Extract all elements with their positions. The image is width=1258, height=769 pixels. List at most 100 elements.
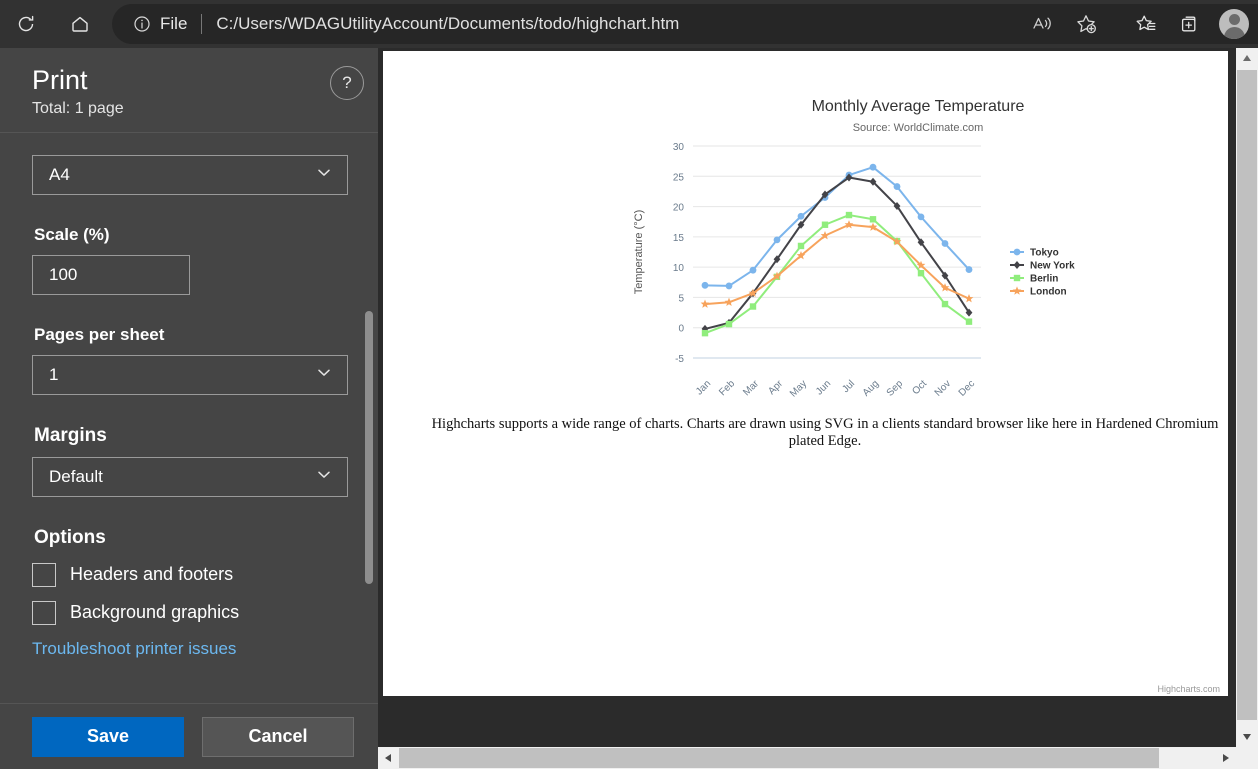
pages-per-sheet-value: 1 (49, 364, 59, 384)
data-point-marker (965, 266, 973, 273)
y-axis-tick-label: 20 (673, 203, 685, 214)
x-axis-tick-label: Aug (861, 378, 881, 398)
margins-label: Margins (34, 424, 107, 446)
refresh-icon[interactable] (6, 4, 46, 44)
x-axis-tick-label: Jun (814, 378, 833, 397)
highcharts-chart: Monthly Average Temperature Source: World… (618, 86, 1218, 461)
data-point-marker (1013, 274, 1021, 282)
print-preview-area: Monthly Average Temperature Source: World… (378, 48, 1258, 769)
data-point-marker (724, 297, 734, 306)
preview-vertical-scroll-thumb[interactable] (1237, 70, 1257, 720)
preview-vertical-scrollbar[interactable] (1236, 48, 1258, 747)
data-point-marker (700, 299, 710, 308)
y-axis-title: Temperature (°C) (633, 210, 645, 294)
scroll-up-arrow-icon[interactable] (1236, 48, 1258, 68)
preview-page: Monthly Average Temperature Source: World… (383, 51, 1228, 696)
paper-size-value: A4 (49, 164, 70, 184)
save-button[interactable]: Save (32, 716, 184, 757)
print-header: Print Total: 1 page ? (0, 48, 378, 133)
preview-horizontal-scrollbar[interactable] (378, 747, 1258, 769)
chevron-down-icon (315, 163, 333, 186)
series-line-new-york (704, 176, 970, 330)
chart-title: Monthly Average Temperature (812, 98, 1025, 115)
favorites-icon[interactable] (1126, 4, 1166, 44)
pages-per-sheet-label: Pages per sheet (34, 324, 165, 344)
data-point-marker (917, 270, 925, 277)
y-axis-tick-label: 30 (673, 142, 685, 153)
background-graphics-row[interactable]: Background graphics (32, 600, 346, 625)
data-point-marker (701, 329, 709, 337)
chart-credits[interactable]: Highcharts.com (1157, 684, 1220, 694)
scroll-down-arrow-icon[interactable] (1236, 727, 1258, 747)
info-icon[interactable] (128, 10, 156, 38)
read-aloud-icon[interactable] (1022, 4, 1062, 44)
headers-footers-label: Headers and footers (70, 564, 234, 585)
data-point-marker (773, 236, 781, 244)
scroll-left-arrow-icon[interactable] (378, 747, 398, 769)
background-graphics-checkbox[interactable] (32, 600, 56, 625)
print-options-body: A4 Scale (%) 100 Pages per sheet 1 Margi… (0, 133, 378, 703)
data-point-marker (941, 300, 949, 308)
background-graphics-label: Background graphics (70, 602, 240, 623)
pages-per-sheet-select[interactable]: 1 (32, 354, 348, 395)
y-axis-tick-label: 0 (678, 324, 684, 335)
toolbar-right-actions (1022, 4, 1254, 44)
print-panel-scrollbar[interactable] (365, 133, 373, 703)
margins-value: Default (49, 466, 103, 486)
headers-footers-checkbox[interactable] (32, 562, 56, 587)
data-point-marker (845, 211, 853, 219)
headers-footers-row[interactable]: Headers and footers (32, 562, 346, 587)
chevron-down-icon (315, 465, 333, 488)
x-axis-tick-label: Sep (885, 378, 906, 399)
x-axis-tick-label: Oct (910, 378, 929, 397)
scale-label: Scale (%) (34, 224, 110, 244)
y-axis-tick-label: 10 (673, 263, 685, 274)
x-axis-tick-label: Apr (766, 378, 785, 397)
print-footer: Save Cancel (0, 703, 378, 769)
legend-item-berlin[interactable]: Berlin (1030, 274, 1058, 285)
total-pages-label: Total: 1 page (32, 99, 124, 117)
data-point-marker (893, 183, 901, 190)
print-dialog: Print Total: 1 page ? A4 Scale (%) 100 P… (0, 48, 378, 769)
chart-caption: Highcharts supports a wide range of char… (431, 416, 1219, 449)
chart-svg: Monthly Average Temperature Source: World… (633, 98, 1075, 399)
scale-value: 100 (49, 264, 78, 284)
legend-item-new-york[interactable]: New York (1030, 261, 1075, 272)
profile-avatar-icon[interactable] (1214, 4, 1254, 44)
x-axis-tick-label: Nov (933, 378, 953, 398)
url-text[interactable]: C:/Users/WDAGUtilityAccount/Documents/to… (216, 14, 679, 34)
help-button[interactable]: ? (330, 66, 364, 100)
data-point-marker (725, 282, 733, 290)
collections-icon[interactable] (1170, 4, 1210, 44)
troubleshoot-printer-link[interactable]: Troubleshoot printer issues (32, 639, 346, 659)
data-point-marker (917, 213, 925, 221)
scroll-right-arrow-icon[interactable] (1216, 747, 1236, 769)
legend-item-london[interactable]: London (1030, 287, 1067, 298)
scale-input[interactable]: 100 (32, 254, 190, 295)
page-title: Print (32, 65, 88, 95)
x-axis-tick-label: Dec (957, 378, 977, 398)
data-point-marker (725, 320, 733, 328)
data-point-marker (1013, 261, 1021, 269)
data-point-marker (869, 216, 877, 223)
data-point-marker (965, 318, 973, 325)
paper-size-select[interactable]: A4 (32, 154, 348, 195)
y-axis-tick-label: -5 (675, 354, 684, 365)
x-axis-tick-label: Mar (741, 378, 761, 398)
add-favorite-icon[interactable] (1066, 4, 1106, 44)
browser-window: File C:/Users/WDAGUtilityAccount/Documen… (0, 0, 1258, 769)
data-point-marker (797, 212, 805, 220)
data-point-marker (749, 266, 757, 274)
address-separator (201, 14, 203, 34)
home-icon[interactable] (60, 4, 100, 44)
x-axis-tick-label: Jul (840, 378, 857, 395)
file-scheme-label: File (160, 14, 188, 33)
data-point-marker (1013, 248, 1021, 256)
margins-select[interactable]: Default (32, 456, 348, 497)
data-point-marker (869, 163, 877, 171)
preview-horizontal-scroll-thumb[interactable] (399, 748, 1159, 768)
print-panel-scroll-thumb[interactable] (365, 310, 373, 584)
legend-item-tokyo[interactable]: Tokyo (1030, 248, 1059, 259)
data-point-marker (941, 240, 949, 247)
cancel-button[interactable]: Cancel (202, 716, 354, 757)
